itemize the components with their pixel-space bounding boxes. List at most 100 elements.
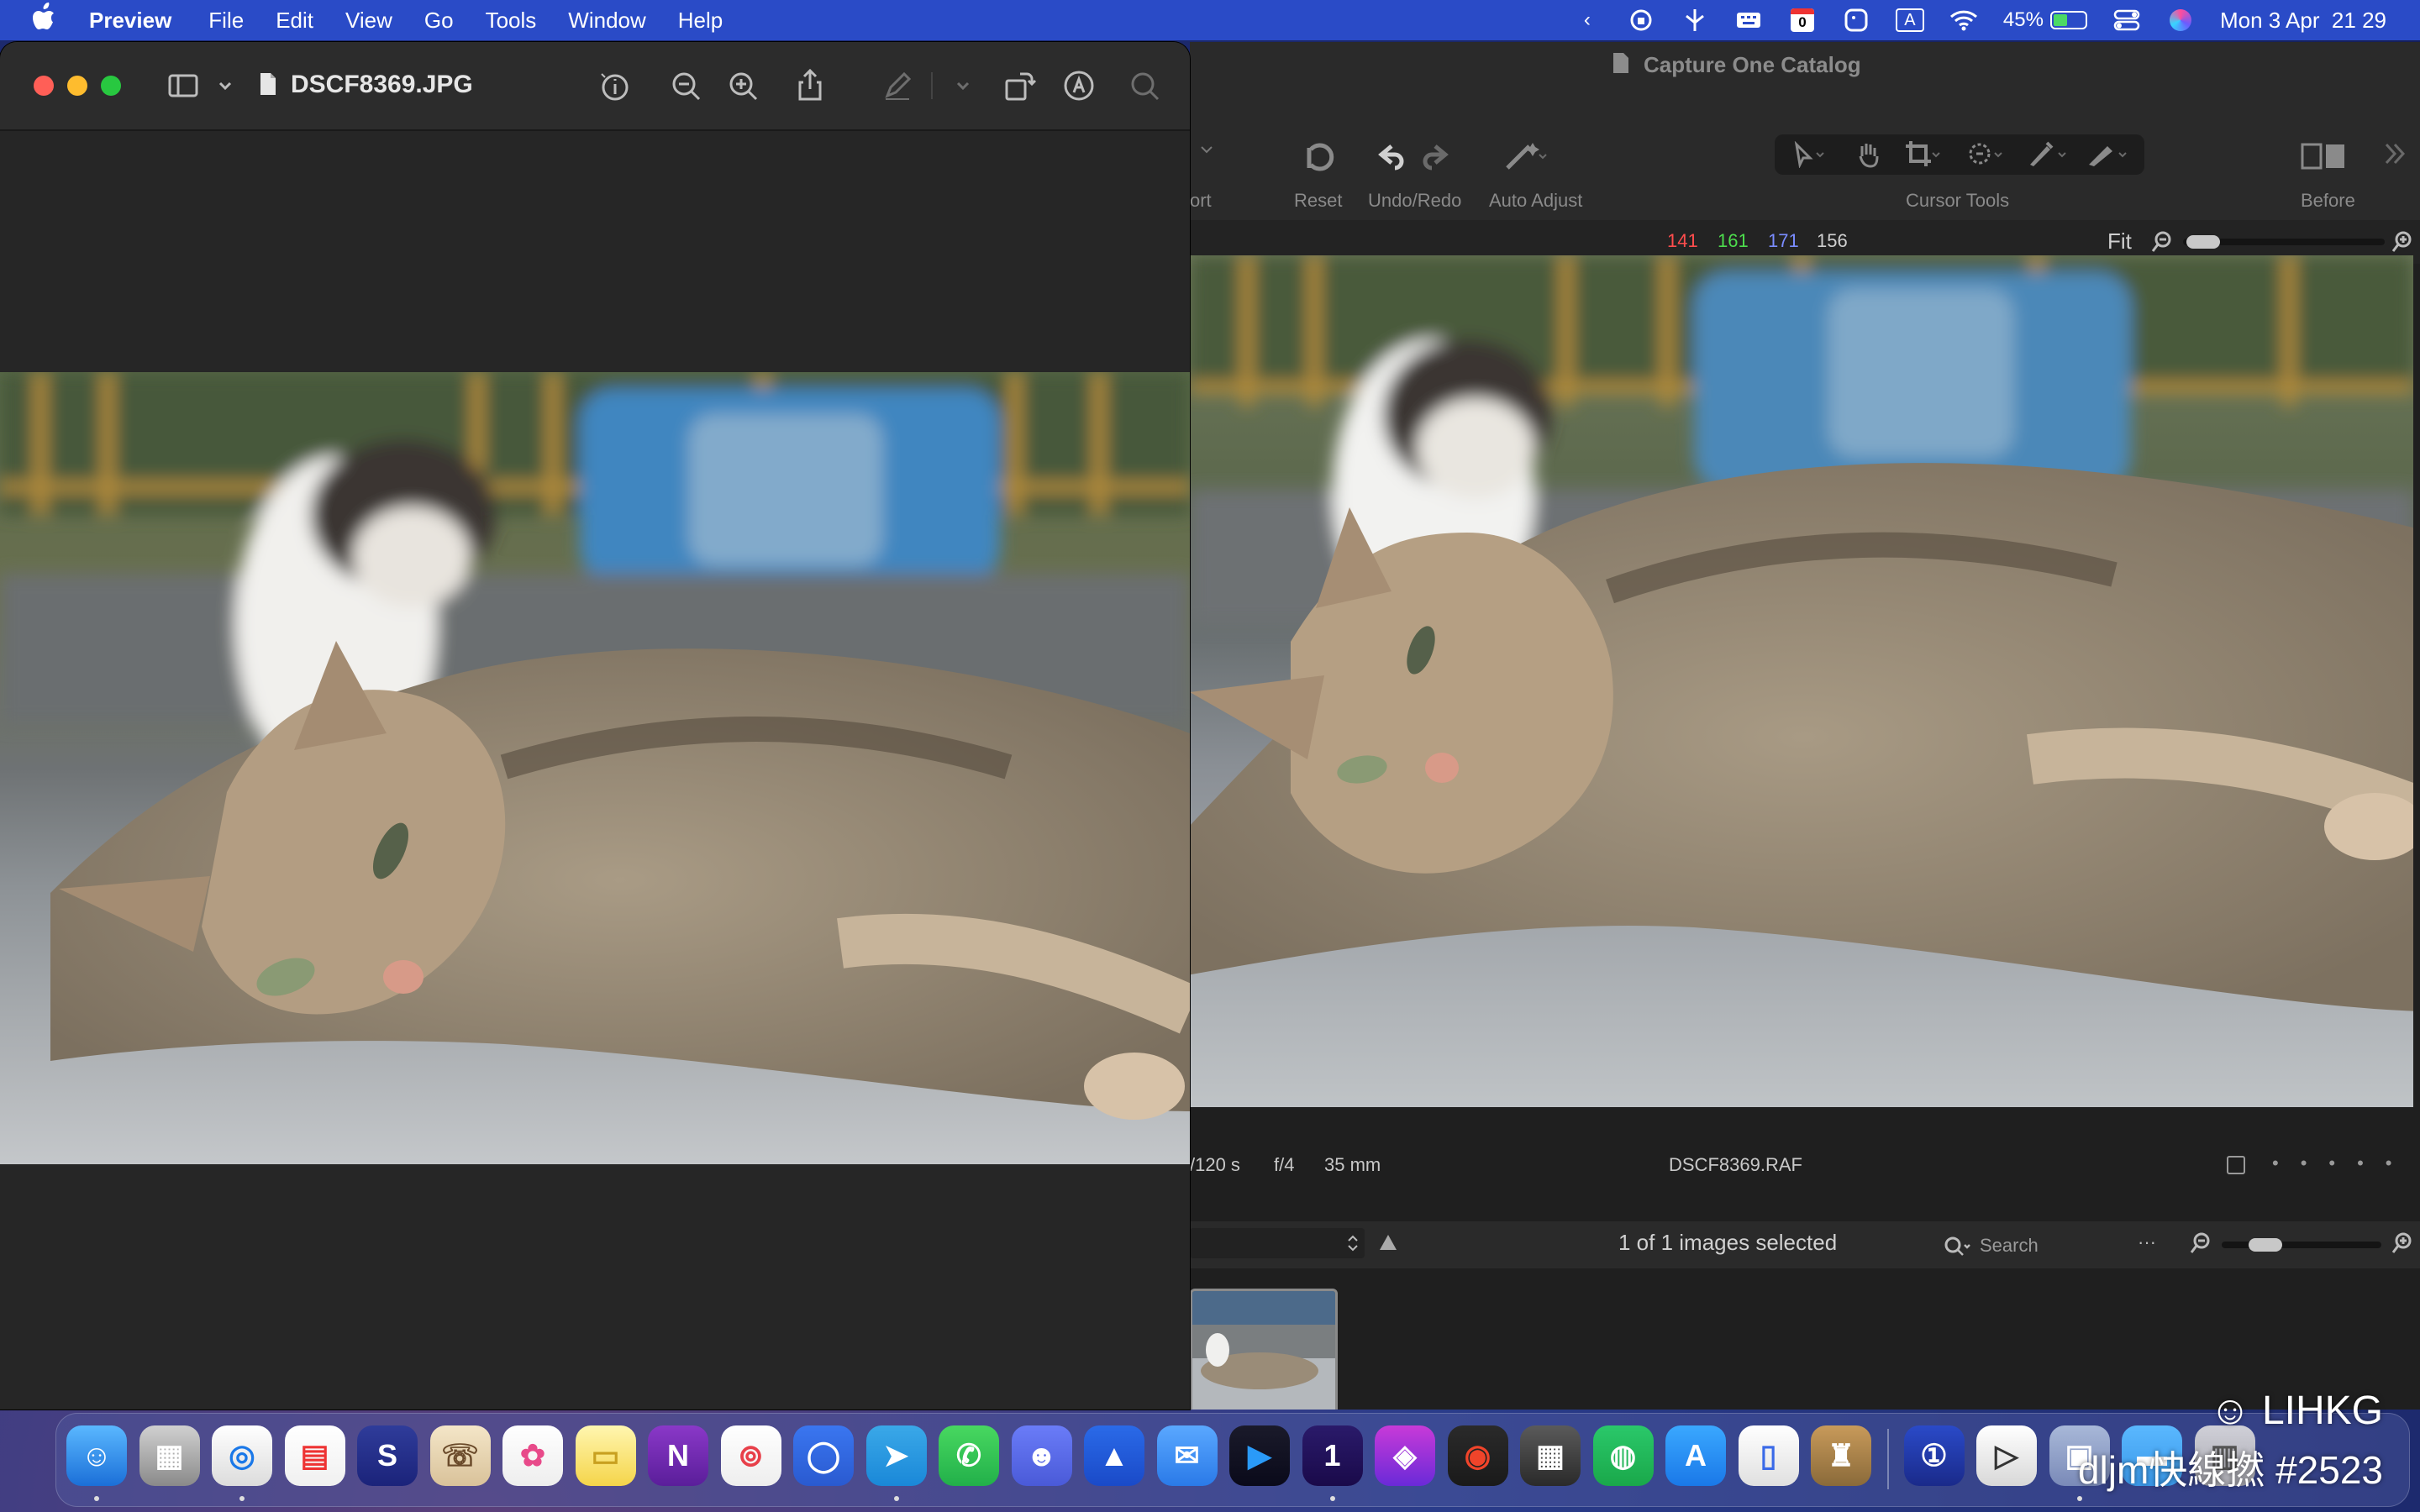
- dock-telegram-icon[interactable]: ➤: [865, 1425, 927, 1486]
- sort-select[interactable]: [1190, 1228, 1365, 1258]
- dock-whatsapp-icon[interactable]: ✆: [939, 1425, 999, 1486]
- sort-direction-icon[interactable]: [1378, 1233, 1398, 1256]
- thumbnail-slider-thumb[interactable]: [2249, 1238, 2282, 1252]
- reset-icon[interactable]: [1299, 139, 1336, 181]
- share-icon[interactable]: [792, 67, 829, 104]
- dock-infuse-7-icon[interactable]: ▷: [1976, 1425, 2037, 1486]
- picker-tool-icon[interactable]: [2027, 139, 2074, 172]
- markup-chevron-icon[interactable]: [944, 67, 970, 104]
- dock-evernote-icon[interactable]: ◍: [1592, 1425, 1654, 1486]
- dock-calculator-icon[interactable]: ▦: [1520, 1425, 1581, 1486]
- reset-label[interactable]: Reset: [1294, 190, 1342, 212]
- dock-1password-icon[interactable]: 1: [1302, 1425, 1363, 1486]
- search-options-icon[interactable]: ···: [2138, 1231, 2156, 1253]
- keyboard-icon[interactable]: [1734, 8, 1763, 32]
- readout-luminance: 156: [1817, 230, 1848, 251]
- dock-capture-one-icon[interactable]: ◉: [1447, 1425, 1508, 1486]
- apple-menu-icon[interactable]: [30, 3, 60, 38]
- zoom-out-icon[interactable]: [667, 67, 704, 104]
- vpn-icon[interactable]: [1627, 8, 1655, 32]
- select-cursor-icon[interactable]: [1791, 140, 1832, 172]
- dock-launchpad-icon[interactable]: ▦: [139, 1425, 200, 1486]
- browser-search-field[interactable]: Search ···: [1938, 1228, 2165, 1262]
- dock-infuse-icon[interactable]: ▶: [1229, 1425, 1290, 1486]
- dock-photos-icon[interactable]: ✿: [502, 1425, 563, 1486]
- search-icon[interactable]: [1126, 67, 1163, 104]
- zoom-button[interactable]: [101, 76, 121, 96]
- dock-archiver-icon[interactable]: ♜: [1811, 1425, 1871, 1486]
- rotate-tool-icon[interactable]: [1966, 139, 2007, 172]
- preview-photo[interactable]: [0, 372, 1190, 1164]
- dock-1password-7-icon[interactable]: ①: [1903, 1425, 1965, 1486]
- before-after-icon[interactable]: [2301, 139, 2348, 177]
- dock-spark-icon[interactable]: ▲: [1084, 1425, 1144, 1486]
- dock-affinity-photo-icon[interactable]: ◈: [1375, 1425, 1435, 1486]
- battery-indicator[interactable]: 45%: [2003, 8, 2087, 32]
- markup-circle-icon[interactable]: [1060, 67, 1097, 104]
- zoom-slider[interactable]: [2183, 235, 2385, 249]
- crop-tool-icon[interactable]: [1904, 139, 1944, 172]
- control-center-icon[interactable]: [2112, 8, 2141, 32]
- toolbar-overflow-icon[interactable]: [2383, 141, 2408, 171]
- sidebar-toggle-icon[interactable]: [165, 67, 202, 104]
- dock-discord-icon[interactable]: ☻: [1011, 1425, 1072, 1486]
- rating-dots[interactable]: •••••: [2272, 1152, 2414, 1174]
- dock-app-store-icon[interactable]: A: [1665, 1425, 1726, 1486]
- info-icon[interactable]: [597, 67, 634, 104]
- zoom-slider-thumb[interactable]: [2186, 235, 2220, 249]
- thumb-size-large-icon[interactable]: [2391, 1231, 2415, 1259]
- menu-clock[interactable]: Mon 3 Apr 21 29: [2220, 8, 2386, 34]
- zoom-fit-label[interactable]: Fit: [2107, 228, 2132, 255]
- co-main-photo[interactable]: [1190, 255, 2413, 1107]
- export-label[interactable]: ort: [1190, 190, 1212, 212]
- dock-pages-icon[interactable]: ▯: [1738, 1425, 1799, 1486]
- zoom-in-icon[interactable]: [724, 67, 761, 104]
- brush-tool-icon[interactable]: [2086, 139, 2136, 172]
- screen-time-icon[interactable]: [1842, 8, 1870, 32]
- menu-go[interactable]: Go: [424, 8, 454, 34]
- wifi-icon[interactable]: [1949, 8, 1978, 32]
- menu-help[interactable]: Help: [678, 8, 723, 34]
- zoom-out-icon[interactable]: [2151, 230, 2175, 258]
- thumb-size-small-icon[interactable]: [2190, 1231, 2213, 1259]
- chevron-left-icon[interactable]: ‹: [1573, 8, 1602, 32]
- dock-scrivener-icon[interactable]: S: [357, 1425, 418, 1486]
- menu-view[interactable]: View: [345, 8, 392, 34]
- dock-finder-icon[interactable]: ☺: [66, 1425, 127, 1486]
- auto-adjust-icon[interactable]: [1502, 139, 1553, 177]
- hand-tool-icon[interactable]: [1855, 139, 1882, 172]
- menu-app-name[interactable]: Preview: [89, 8, 171, 34]
- calendar-icon[interactable]: 0: [1788, 8, 1817, 32]
- auto-adjust-label[interactable]: Auto Adjust: [1489, 190, 1582, 212]
- rotate-icon[interactable]: [1000, 67, 1037, 104]
- close-button[interactable]: [34, 76, 54, 96]
- chevron-down-icon[interactable]: [207, 67, 232, 104]
- siri-icon[interactable]: [2166, 8, 2195, 32]
- input-source-icon[interactable]: A: [1895, 8, 1924, 32]
- export-chevron-icon[interactable]: [1197, 139, 1217, 164]
- thumbnail-size-slider[interactable]: [2222, 1238, 2381, 1252]
- dock-signal-icon[interactable]: ◯: [793, 1425, 854, 1486]
- dock-mail-icon[interactable]: ✉: [1156, 1425, 1218, 1486]
- dock-onenote-icon[interactable]: N: [648, 1425, 708, 1486]
- redo-icon[interactable]: [1418, 139, 1452, 177]
- menu-tools[interactable]: Tools: [486, 8, 537, 34]
- menu-window[interactable]: Window: [568, 8, 645, 34]
- dock-safari-icon[interactable]: ◎: [212, 1425, 272, 1486]
- before-label[interactable]: Before: [2301, 190, 2355, 212]
- undo-redo-label[interactable]: Undo/Redo: [1368, 190, 1461, 212]
- dock-notes-icon[interactable]: ▭: [575, 1425, 636, 1486]
- dock-contacts-icon[interactable]: ☏: [429, 1425, 491, 1486]
- browser-thumbnail[interactable]: [1190, 1289, 1338, 1410]
- watermark-site: ☺ LIHKG: [2210, 1388, 2383, 1434]
- menu-edit[interactable]: Edit: [276, 8, 313, 34]
- dock-fantastical-icon[interactable]: ▤: [284, 1425, 345, 1486]
- undo-icon[interactable]: [1375, 139, 1408, 177]
- minimize-button[interactable]: [67, 76, 87, 96]
- menu-file[interactable]: File: [208, 8, 244, 34]
- markup-pen-icon[interactable]: [879, 67, 916, 104]
- select-checkbox[interactable]: [2227, 1156, 2245, 1174]
- dock-pocket-icon[interactable]: ⊚: [720, 1425, 781, 1486]
- pin-icon[interactable]: [1681, 8, 1709, 32]
- zoom-in-icon[interactable]: [2391, 230, 2415, 258]
